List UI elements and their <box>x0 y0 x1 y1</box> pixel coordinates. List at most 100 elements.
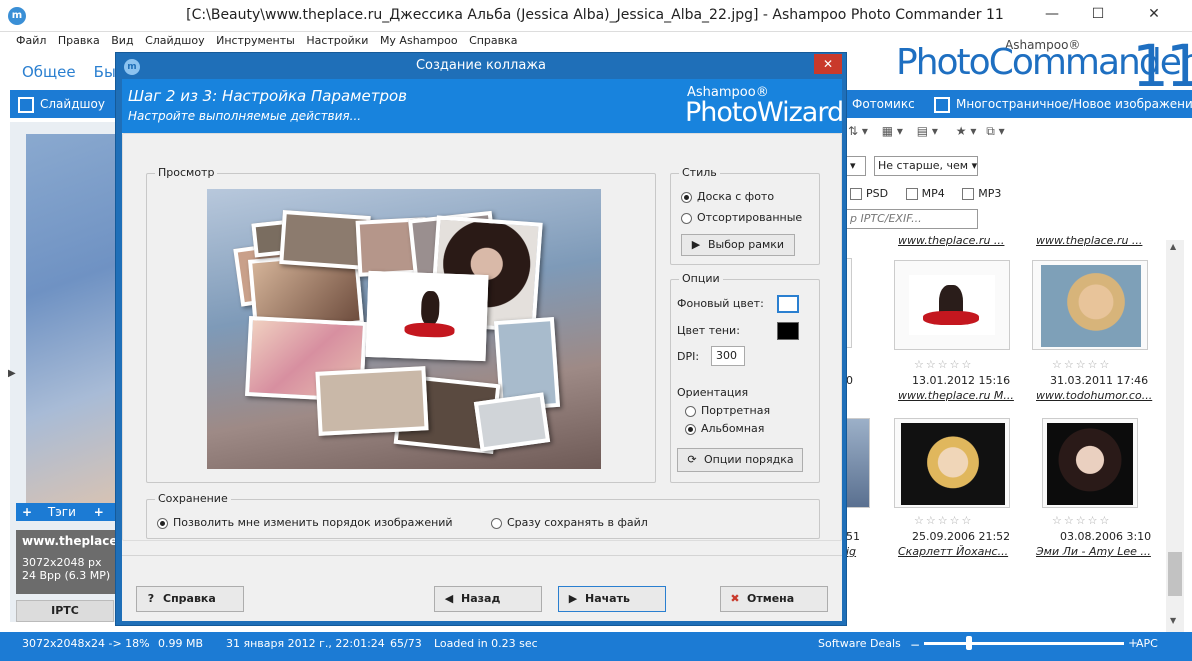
save-now-option[interactable]: Сразу сохранять в файл <box>491 516 648 529</box>
menu-edit[interactable]: Правка <box>58 34 100 47</box>
view-icon[interactable]: ▦ ▾ <box>882 124 903 138</box>
background-color-swatch[interactable] <box>777 295 799 313</box>
star-icon[interactable]: ★ ▾ <box>956 124 977 138</box>
photomix-button[interactable]: Фотомикс <box>852 90 915 118</box>
app-icon[interactable]: m <box>8 7 26 25</box>
save-label: Сохранение <box>155 492 231 505</box>
radio-icon <box>491 517 502 529</box>
thumb-site[interactable]: www.todohumor.co... <box>1036 389 1152 402</box>
portrait-option[interactable]: Портретная <box>685 404 770 417</box>
tags-label[interactable]: Тэги <box>48 505 76 519</box>
dpi-input[interactable]: 300 <box>711 346 745 366</box>
thumb-date: 25.09.2006 21:52 <box>912 530 1011 543</box>
reorder-option[interactable]: Позволить мне изменить порядок изображен… <box>157 516 453 529</box>
thumbnail[interactable] <box>894 418 1010 508</box>
menu-tools[interactable]: Инструменты <box>216 34 295 47</box>
thumbnail[interactable] <box>1042 418 1138 508</box>
thumbnail-pane: ⇅ ▾ ▦ ▾ ▤ ▾ ★ ▾ ⧉ ▾ ▾ Не старше, чем ▾ P… <box>844 120 1192 632</box>
menu-file[interactable]: Файл <box>16 34 46 47</box>
slideshow-button[interactable]: Слайдшоу <box>18 90 105 118</box>
radio-icon <box>157 517 168 529</box>
shadow-color-swatch[interactable] <box>777 322 799 340</box>
filter-select-partial[interactable]: ▾ <box>846 156 866 176</box>
copy-icon[interactable]: ⧉ ▾ <box>986 124 1004 138</box>
style-sorted-option[interactable]: Отсортированные <box>681 211 802 224</box>
scroll-down-icon[interactable]: ▼ <box>1170 616 1176 625</box>
start-button[interactable]: ▶ Начать <box>558 586 666 612</box>
menu-view[interactable]: Вид <box>111 34 133 47</box>
cancel-button[interactable]: ✖ Отмена <box>720 586 828 612</box>
expand-arrow-icon[interactable]: ▶ <box>8 368 16 379</box>
zoom-slider[interactable] <box>924 642 1124 645</box>
menu-help[interactable]: Справка <box>469 34 517 47</box>
style-label: Стиль <box>679 166 720 179</box>
file-info-box: www.theplace.r 3072x2048 px 24 Bpp (6.3 … <box>16 530 130 594</box>
thumb-date: 13.01.2012 15:16 <box>912 374 1011 387</box>
mp3-checkbox[interactable] <box>962 188 975 200</box>
thumb-site-top-2[interactable]: www.theplace.ru ... <box>1036 234 1142 247</box>
collage-dialog: m Создание коллажа ✕ Шаг 2 из 3: Настрой… <box>115 52 847 626</box>
dialog-close-button[interactable]: ✕ <box>814 54 842 74</box>
zoom-slider-handle[interactable] <box>966 636 972 650</box>
sort-icon[interactable]: ⇅ ▾ <box>848 124 868 138</box>
status-apc: APC <box>1136 637 1158 650</box>
layout-icon[interactable]: ▤ ▾ <box>917 124 938 138</box>
save-group: Сохранение Позволить мне изменить порядо… <box>146 492 820 539</box>
menu-settings[interactable]: Настройки <box>306 34 368 47</box>
menu-bar: Файл Правка Вид Слайдшоу Инструменты Нас… <box>16 34 526 50</box>
tab-general[interactable]: Общее <box>22 63 76 81</box>
help-button[interactable]: ? Справка <box>136 586 244 612</box>
software-deals-link[interactable]: Software Deals <box>818 637 901 650</box>
close-window-button[interactable]: ✕ <box>1124 0 1184 28</box>
step-subtitle: Настройте выполняемые действия... <box>128 109 362 123</box>
frame-select-button[interactable]: ▶ Выбор рамки <box>681 234 795 256</box>
scroll-up-icon[interactable]: ▲ <box>1170 242 1176 251</box>
iptc-search-input[interactable]: р IPTC/EXIF... <box>846 209 978 229</box>
thumb-site[interactable]: www.theplace.ru M... <box>898 389 1014 402</box>
rating-stars[interactable]: ☆☆☆☆☆ <box>914 358 973 371</box>
orientation-label: Ориентация <box>677 386 749 399</box>
thumbnail-partial[interactable] <box>844 418 870 508</box>
iptc-tab[interactable]: IPTC <box>16 600 114 622</box>
menu-slideshow[interactable]: Слайдшоу <box>145 34 205 47</box>
back-button[interactable]: ◀ Назад <box>434 586 542 612</box>
minimize-button[interactable]: — <box>1030 0 1074 28</box>
radio-icon <box>685 405 696 417</box>
mp4-checkbox[interactable] <box>905 188 918 200</box>
style-board-option[interactable]: Доска с фото <box>681 190 774 203</box>
radio-icon <box>681 191 692 203</box>
psd-checkbox[interactable] <box>850 188 862 200</box>
menu-my-ashampoo[interactable]: My Ashampoo <box>380 34 458 47</box>
order-options-button[interactable]: ⟳ Опции порядка <box>677 448 803 472</box>
rating-stars[interactable]: ☆☆☆☆☆ <box>914 514 973 527</box>
film-icon <box>18 96 34 113</box>
scroll-thumb[interactable] <box>1168 552 1182 596</box>
rating-stars[interactable]: ☆☆☆☆☆ <box>1052 358 1111 371</box>
add-tag-icon[interactable]: + <box>22 505 32 519</box>
collage-preview <box>207 189 601 469</box>
title-bar: m [C:\Beauty\www.theplace.ru_Джессика Ал… <box>0 0 1192 32</box>
thumb-site[interactable]: Скарлетт Йоханс... <box>898 545 1008 558</box>
thumb-date: 31.03.2011 17:46 <box>1050 374 1149 387</box>
zoom-out-icon[interactable]: − <box>910 638 920 652</box>
thumb-site-partial[interactable]: ig <box>846 545 856 558</box>
age-filter-select[interactable]: Не старше, чем ▾ <box>874 156 978 176</box>
add-icon[interactable]: + <box>94 505 104 519</box>
thumbnail-scrollbar[interactable]: ▲ ▼ <box>1166 240 1184 632</box>
thumbnail[interactable] <box>1032 260 1148 350</box>
thumbnail[interactable] <box>894 260 1010 350</box>
rating-stars[interactable]: ☆☆☆☆☆ <box>1052 514 1111 527</box>
question-icon: ? <box>147 592 155 605</box>
file-name: www.theplace.r <box>22 534 128 548</box>
step-title: Шаг 2 из 3: Настройка Параметров <box>128 87 407 105</box>
window-title: [C:\Beauty\www.theplace.ru_Джессика Альб… <box>186 7 1004 23</box>
landscape-option[interactable]: Альбомная <box>685 422 764 435</box>
options-group: Опции Фоновый цвет: Цвет тени: DPI: 300 … <box>670 272 820 483</box>
arrow-right-icon: ▶ <box>568 592 578 605</box>
thumb-site[interactable]: Эми Ли - Amy Lee ... <box>1036 545 1151 558</box>
radio-icon <box>685 423 696 435</box>
dialog-title: Создание коллажа <box>415 58 547 73</box>
maximize-button[interactable]: ☐ <box>1076 0 1120 28</box>
multipage-button[interactable]: Многостраничное/Новое изображение <box>934 90 1192 118</box>
thumb-site-top-1[interactable]: www.theplace.ru ... <box>898 234 1004 247</box>
